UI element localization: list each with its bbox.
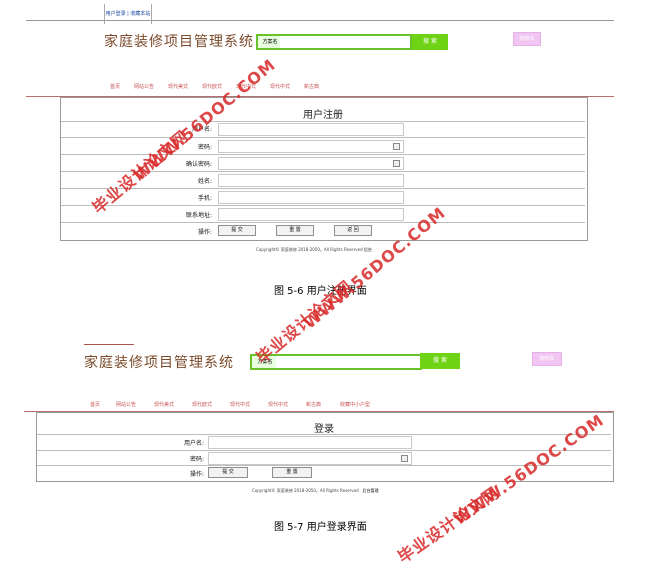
phone-input[interactable]: [218, 191, 404, 204]
site-name: 家庭装修项目管理系统: [104, 34, 254, 50]
key-icon: [401, 455, 408, 462]
nav-item[interactable]: 网站公告: [116, 401, 154, 408]
figure-caption: 图 5-7 用户登录界面: [274, 522, 367, 533]
row-divider: [61, 205, 585, 206]
nav-item[interactable]: 新古典: [304, 83, 334, 90]
site-name: 家庭装修项目管理系统: [84, 355, 234, 371]
submit-button[interactable]: 提 交: [208, 467, 248, 478]
brand-line: [84, 344, 134, 345]
nav-item[interactable]: 现代中式: [230, 401, 268, 408]
admin-link[interactable]: 后台: [364, 247, 372, 252]
admin-link[interactable]: 后台管理: [362, 488, 378, 493]
search-button[interactable]: 搜 索: [420, 353, 460, 369]
row-divider: [61, 188, 585, 189]
reset-button[interactable]: 重 置: [276, 225, 314, 236]
nav-item[interactable]: 现代美式: [154, 401, 192, 408]
submit-button[interactable]: 提 交: [218, 225, 256, 236]
back-button[interactable]: 返 回: [334, 225, 372, 236]
copyright: Copyright© 家庭装修 2018-2050。All Rights Res…: [256, 247, 372, 253]
name-input[interactable]: [218, 174, 404, 187]
nav-item[interactable]: 新古典: [306, 401, 340, 408]
row-divider: [37, 450, 611, 451]
password-input[interactable]: [208, 452, 412, 465]
search-label: 方案名: [256, 34, 282, 50]
nav-item[interactable]: 首页: [110, 83, 134, 90]
row-divider: [61, 222, 585, 223]
row-divider: [37, 434, 611, 435]
key-icon: [393, 143, 400, 150]
field-label: 手机:: [197, 195, 212, 202]
copyright-text: Copyright© 家庭装修 2018-2050。All Rights Res…: [256, 247, 363, 252]
search-input[interactable]: [280, 34, 412, 50]
search-input[interactable]: [276, 354, 422, 370]
copyright: Copyright© 家庭装修 2018-2050。All Rights Res…: [252, 488, 378, 494]
reset-button[interactable]: 重 置: [272, 467, 312, 478]
action-label: 操作:: [189, 471, 204, 478]
username-input[interactable]: [218, 123, 404, 136]
nav-item[interactable]: 现代中式: [268, 401, 306, 408]
copyright-text: Copyright© 家庭装修 2018-2050。All Rights Res…: [252, 488, 359, 493]
register-title: 用户注册: [303, 110, 343, 121]
search-button[interactable]: 搜 索: [412, 34, 448, 50]
row-divider: [61, 137, 585, 138]
cart-button[interactable]: 购物车: [532, 352, 562, 366]
field-label: 密码:: [189, 456, 204, 463]
nav-item[interactable]: 现代中式: [270, 83, 304, 90]
username-input[interactable]: [208, 436, 412, 449]
row-divider: [61, 121, 585, 122]
cart-button[interactable]: 购物车: [513, 32, 541, 46]
confirm-password-input[interactable]: [218, 157, 404, 170]
key-icon: [393, 160, 400, 167]
main-nav: 首页 网站公告 现代美式 现代欧式 现代中式 现代中式 新古典: [110, 83, 334, 90]
field-label: 联系地址:: [185, 212, 212, 219]
nav-item[interactable]: 现代欧式: [192, 401, 230, 408]
password-input[interactable]: [218, 140, 404, 153]
address-input[interactable]: [218, 208, 404, 221]
nav-item[interactable]: 网站公告: [134, 83, 168, 90]
nav-item[interactable]: 现代美式: [168, 83, 202, 90]
field-label: 用户名:: [183, 440, 204, 447]
main-nav: 首页 网站公告 现代美式 现代欧式 现代中式 现代中式 新古典 收藏中小户型: [90, 401, 390, 408]
nav-item[interactable]: 收藏中小户型: [340, 401, 390, 408]
top-links[interactable]: 用户登录 | 收藏本站: [104, 4, 152, 24]
action-label: 操作:: [197, 229, 212, 236]
login-title: 登录: [314, 424, 334, 435]
field-label: 姓名:: [197, 178, 212, 185]
nav-item[interactable]: 首页: [90, 401, 116, 408]
